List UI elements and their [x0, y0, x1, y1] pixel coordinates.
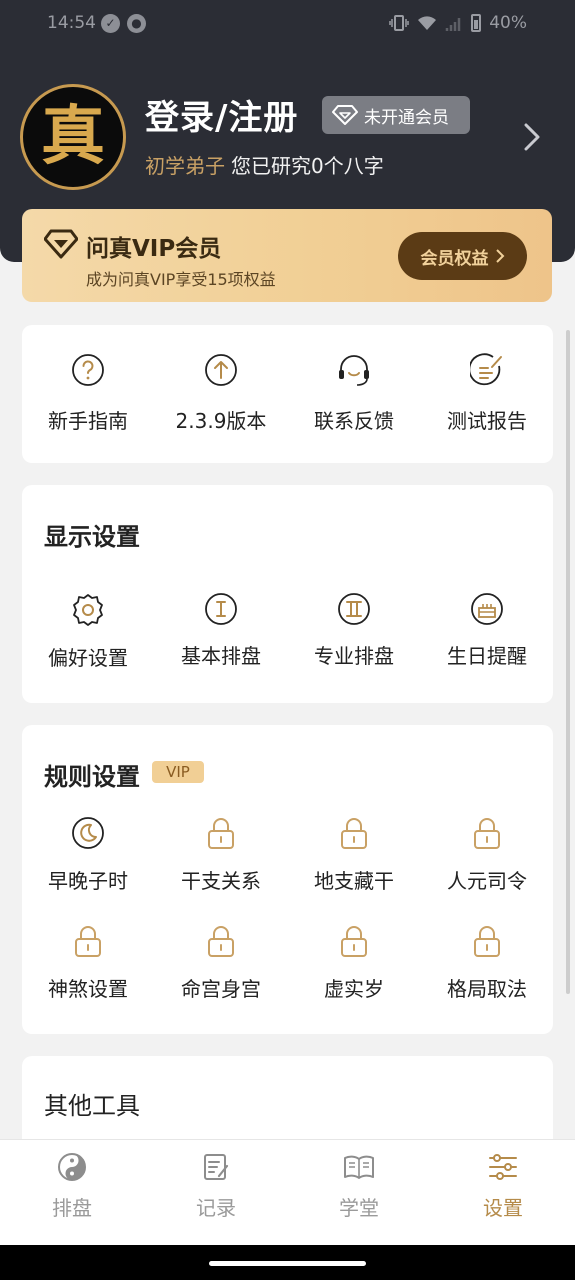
yin-yang-icon	[58, 1153, 86, 1181]
rule-item-minggong-shengong[interactable]: 命宫身宫	[155, 924, 287, 1002]
display-settings-card: 显示设置 偏好设置 基本排盘 专业排盘 生日提醒	[22, 485, 553, 703]
lock-icon	[341, 926, 367, 957]
menu-item-guide[interactable]: 新手指南	[22, 353, 154, 434]
rule-item-virtual-age[interactable]: 虚实岁	[288, 924, 420, 1002]
lock-icon	[208, 818, 234, 849]
menu-item-test-report[interactable]: 测试报告	[421, 353, 553, 434]
book-icon	[344, 1155, 374, 1179]
check-icon: ✓	[101, 14, 120, 33]
status-bar: 14:54 ✓ ● 40%	[0, 0, 575, 48]
tab-records[interactable]: 记录	[166, 1152, 266, 1221]
diamond-icon	[332, 105, 358, 125]
study-count: 您已研究0个八字	[231, 154, 384, 178]
cake-icon	[471, 593, 503, 625]
user-subline: 初学弟子 您已研究0个八字	[145, 150, 384, 179]
rule-item-geju-method[interactable]: 格局取法	[421, 924, 553, 1002]
vibrate-icon	[389, 15, 409, 31]
moon-icon	[72, 817, 104, 849]
report-edit-icon	[470, 353, 502, 386]
other-tools-title: 其他工具	[44, 1092, 140, 1120]
lock-icon	[208, 926, 234, 957]
rule-item-hidden-stems[interactable]: 地支藏干	[288, 816, 420, 894]
member-benefits-button[interactable]: 会员权益	[398, 232, 527, 280]
headset-icon	[339, 355, 369, 386]
avatar[interactable]: 真	[20, 84, 126, 190]
display-settings-title: 显示设置	[44, 523, 140, 551]
rule-item-early-late-zi[interactable]: 早晚子时	[22, 816, 154, 894]
vip-subtitle: 成为问真VIP享受15项权益	[86, 270, 276, 289]
question-circle-icon	[72, 354, 104, 386]
vip-diamond-icon	[44, 229, 78, 259]
login-register-link[interactable]: 登录/注册	[145, 90, 298, 139]
setting-birthday-reminder[interactable]: 生日提醒	[421, 592, 553, 669]
status-indicators: 40%	[389, 13, 527, 33]
roman-one-icon	[205, 593, 237, 625]
arrow-up-circle-icon	[205, 354, 237, 386]
rule-settings-title: 规则设置	[44, 763, 140, 791]
sliders-icon	[489, 1154, 517, 1180]
vip-tag: VIP	[152, 761, 204, 783]
menu-item-version[interactable]: 2.3.9版本	[155, 353, 287, 434]
user-rank: 初学弟子	[145, 154, 225, 178]
setting-preferences[interactable]: 偏好设置	[22, 592, 154, 671]
setting-basic-chart[interactable]: 基本排盘	[155, 592, 287, 669]
note-edit-icon	[204, 1154, 229, 1180]
lock-icon	[474, 818, 500, 849]
signal-icon	[445, 18, 461, 31]
member-badge-label: 未开通会员	[364, 107, 449, 128]
gear-icon	[73, 594, 103, 626]
bottom-tab-bar: 排盘 记录 学堂 设置	[0, 1139, 575, 1245]
avatar-logo: 真	[41, 99, 105, 174]
rule-item-shensha[interactable]: 神煞设置	[22, 924, 154, 1002]
battery-level: 40%	[489, 13, 527, 33]
member-status-badge[interactable]: 未开通会员	[322, 96, 470, 134]
chevron-right-icon	[495, 249, 504, 263]
setting-pro-chart[interactable]: 专业排盘	[288, 592, 420, 669]
quick-menu-card: 新手指南 2.3.9版本 联系反馈 测试报告	[22, 325, 553, 463]
rule-item-ganzhi-relation[interactable]: 干支关系	[155, 816, 287, 894]
status-time: 14:54	[47, 13, 96, 33]
lock-icon	[474, 926, 500, 957]
notification-icon: ●	[127, 14, 146, 33]
lock-icon	[75, 926, 101, 957]
menu-item-feedback[interactable]: 联系反馈	[288, 353, 420, 434]
roman-two-icon	[338, 593, 370, 625]
member-benefits-label: 会员权益	[420, 248, 489, 269]
home-gesture-handle[interactable]	[209, 1261, 366, 1266]
scrollbar[interactable]	[566, 330, 570, 994]
tab-academy[interactable]: 学堂	[309, 1152, 409, 1221]
tab-settings[interactable]: 设置	[453, 1152, 553, 1221]
rule-item-renyuan-siling[interactable]: 人元司令	[421, 816, 553, 894]
tab-paipan[interactable]: 排盘	[22, 1152, 122, 1221]
battery-icon	[471, 14, 482, 32]
wifi-icon	[418, 16, 437, 30]
lock-icon	[341, 818, 367, 849]
rule-settings-card: 规则设置 VIP 早晚子时 干支关系 地支藏干 人元司令 神煞设置 命宫身宫 虚…	[22, 725, 553, 1034]
chevron-right-icon[interactable]	[522, 122, 542, 152]
vip-title: 问真VIP会员	[86, 236, 222, 262]
